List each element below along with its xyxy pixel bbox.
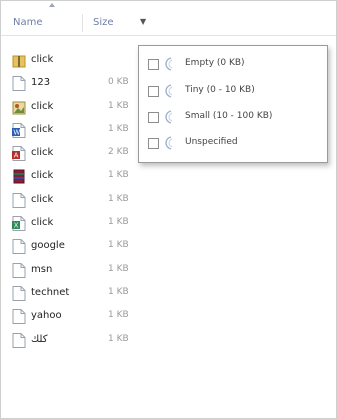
word-file-icon: W bbox=[12, 122, 26, 138]
file-size: 0 KB bbox=[108, 77, 129, 88]
file-row[interactable]: technet 1 KB bbox=[1, 282, 336, 305]
file-name: click bbox=[31, 54, 54, 65]
text-file-icon bbox=[12, 192, 26, 208]
size-category-icon bbox=[165, 57, 175, 71]
text-file-icon bbox=[12, 262, 26, 278]
file-size: 2 KB bbox=[108, 147, 129, 158]
size-filter-option-label: Empty (0 KB) bbox=[185, 58, 245, 68]
size-filter-option[interactable]: Tiny (0 - 10 KB) bbox=[139, 81, 325, 103]
archive-file-icon bbox=[12, 169, 26, 184]
text-file-icon bbox=[12, 309, 26, 325]
file-name: click bbox=[31, 170, 54, 182]
file-name: click bbox=[31, 217, 54, 229]
svg-text:A: A bbox=[14, 153, 19, 160]
file-size: 1 KB bbox=[108, 217, 129, 228]
file-size: 1 KB bbox=[108, 333, 129, 344]
size-filter-option[interactable]: Empty (0 KB) bbox=[139, 54, 325, 76]
text-file-icon bbox=[12, 285, 26, 301]
file-name: كلك bbox=[31, 333, 48, 345]
folder-zip-icon bbox=[12, 53, 26, 68]
file-size: 1 KB bbox=[108, 193, 129, 204]
sort-up-icon bbox=[49, 3, 55, 7]
size-filter-option[interactable]: Unspecified bbox=[139, 133, 325, 155]
column-divider[interactable] bbox=[82, 14, 83, 32]
text-file-icon bbox=[12, 76, 26, 92]
size-category-icon bbox=[165, 84, 175, 98]
file-name: google bbox=[31, 240, 65, 252]
file-row[interactable]: click 1 KB bbox=[1, 165, 336, 188]
size-filter-popup: Empty (0 KB) Tiny (0 - 10 KB) Small (10 - … bbox=[138, 45, 328, 163]
file-size: 1 KB bbox=[108, 286, 129, 297]
size-filter-option-label: Tiny (0 - 10 KB) bbox=[185, 85, 255, 95]
file-size: 1 KB bbox=[108, 240, 129, 251]
file-name: 123 bbox=[31, 77, 51, 89]
access-file-icon: A bbox=[12, 146, 26, 162]
file-size: 1 KB bbox=[108, 310, 129, 321]
file-row[interactable]: msn 1 KB bbox=[1, 259, 336, 282]
size-filter-dropdown-icon[interactable]: ▼ bbox=[140, 17, 146, 26]
column-header-name[interactable]: Name bbox=[13, 17, 43, 28]
file-row[interactable]: Xclick 1 KB bbox=[1, 212, 336, 235]
file-name: click bbox=[31, 193, 54, 205]
size-filter-checkbox[interactable] bbox=[148, 112, 159, 123]
file-size: 1 KB bbox=[108, 100, 129, 111]
file-row[interactable]: click 1 KB bbox=[1, 189, 336, 212]
size-filter-option-label: Small (10 - 100 KB) bbox=[185, 111, 273, 121]
size-filter-checkbox[interactable] bbox=[148, 59, 159, 70]
size-filter-option[interactable]: Small (10 - 100 KB) bbox=[139, 107, 325, 129]
column-header-bar: Name Size ▼ bbox=[1, 1, 336, 36]
file-size: 1 KB bbox=[108, 170, 129, 181]
file-name: msn bbox=[31, 263, 53, 275]
size-filter-checkbox[interactable] bbox=[148, 138, 159, 149]
file-size: 1 KB bbox=[108, 123, 129, 134]
size-category-icon bbox=[165, 110, 175, 124]
file-name: click bbox=[31, 123, 54, 135]
excel-file-icon: X bbox=[12, 216, 26, 232]
file-name: click bbox=[31, 147, 54, 159]
file-row[interactable]: yahoo 1 KB bbox=[1, 305, 336, 328]
text-file-icon bbox=[12, 332, 26, 348]
file-name: technet bbox=[31, 286, 70, 298]
svg-text:W: W bbox=[14, 129, 21, 136]
image-file-icon bbox=[12, 100, 26, 115]
file-size: 1 KB bbox=[108, 263, 129, 274]
file-name: yahoo bbox=[31, 310, 62, 322]
file-name: click bbox=[31, 100, 54, 112]
size-category-icon bbox=[165, 136, 175, 150]
size-filter-checkbox[interactable] bbox=[148, 86, 159, 97]
file-row[interactable]: كلك 1 KB bbox=[1, 329, 336, 352]
column-header-size[interactable]: Size bbox=[93, 17, 114, 28]
text-file-icon bbox=[12, 239, 26, 255]
file-list-window: Name Size ▼ click 123 0 KB click 1 KB Wclick 1… bbox=[0, 0, 337, 419]
file-row[interactable]: google 1 KB bbox=[1, 235, 336, 258]
svg-text:X: X bbox=[14, 223, 19, 230]
size-filter-option-label: Unspecified bbox=[185, 137, 238, 147]
